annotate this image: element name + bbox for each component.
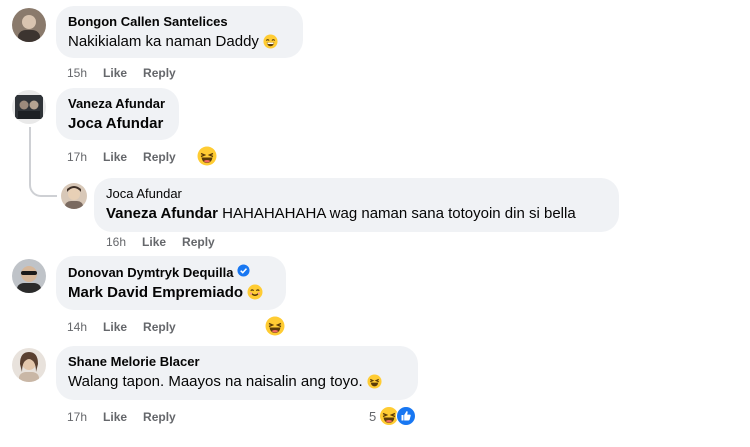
mention-link[interactable]: Mark David Empremiado: [68, 284, 243, 301]
avatar[interactable]: [61, 183, 87, 209]
like-button[interactable]: Like: [103, 409, 127, 425]
like-button[interactable]: Like: [142, 234, 166, 250]
comment-actions: 16h Like Reply: [106, 234, 215, 250]
comment-bubble: Vaneza Afundar Joca Afundar: [56, 88, 179, 140]
laughing-emoji-icon: [367, 374, 382, 395]
like-button[interactable]: Like: [103, 149, 127, 165]
smiling-emoji-icon: [247, 284, 263, 306]
reaction-count[interactable]: 5: [369, 409, 376, 424]
comment-text: Vaneza Afundar HAHAHAHAHA wag naman sana…: [106, 205, 576, 222]
comment-bubble: Shane Melorie Blacer Walang tapon. Maayo…: [56, 346, 418, 400]
comment-text: Joca Afundar: [68, 114, 167, 134]
comment-timestamp[interactable]: 17h: [67, 409, 87, 425]
avatar[interactable]: [12, 8, 46, 42]
like-reaction-icon[interactable]: [396, 406, 416, 431]
reply-bubble: Joca Afundar Vaneza Afundar HAHAHAHAHA w…: [94, 178, 619, 232]
comment-timestamp[interactable]: 15h: [67, 65, 87, 81]
grinning-emoji-icon: [263, 34, 278, 55]
comment-timestamp[interactable]: 16h: [106, 234, 126, 250]
thread-line: [29, 127, 31, 179]
laughing-reaction-icon[interactable]: [265, 316, 285, 341]
comment-author[interactable]: Bongon Callen Santelices: [68, 14, 291, 30]
mention-link[interactable]: Vaneza Afundar: [106, 205, 218, 222]
comment-actions: 14h Like Reply: [67, 319, 176, 335]
comment-text: Nakikialam ka naman Daddy: [68, 32, 291, 55]
comment-author[interactable]: Donovan Dymtryk Dequilla: [68, 264, 274, 281]
avatar[interactable]: [12, 348, 46, 382]
comment-author[interactable]: Joca Afundar: [106, 186, 607, 202]
avatar[interactable]: [12, 259, 46, 293]
mention-link[interactable]: Joca Afundar: [68, 115, 163, 132]
reply-button[interactable]: Reply: [143, 65, 176, 81]
comment-bubble: Donovan Dymtryk Dequilla Mark David Empr…: [56, 256, 286, 310]
like-button[interactable]: Like: [103, 319, 127, 335]
reply-button[interactable]: Reply: [182, 234, 215, 250]
thread-line: [29, 175, 57, 197]
comment-actions: 15h Like Reply: [67, 65, 176, 81]
reply-button[interactable]: Reply: [143, 149, 176, 165]
like-button[interactable]: Like: [103, 65, 127, 81]
comment-author[interactable]: Shane Melorie Blacer: [68, 354, 406, 370]
comment-timestamp[interactable]: 17h: [67, 149, 87, 165]
comment-actions: 17h Like Reply: [67, 409, 176, 425]
reply-button[interactable]: Reply: [143, 409, 176, 425]
comment-author[interactable]: Vaneza Afundar: [68, 96, 167, 112]
comment-actions: 17h Like Reply: [67, 149, 176, 165]
comment-text: Mark David Empremiado: [68, 283, 274, 306]
comment-text: Walang tapon. Maayos na naisalin ang toy…: [68, 372, 406, 395]
verified-badge-icon: [237, 264, 250, 281]
laughing-reaction-icon[interactable]: [197, 146, 217, 171]
avatar[interactable]: [12, 90, 46, 124]
comment-bubble: Bongon Callen Santelices Nakikialam ka n…: [56, 6, 303, 58]
reply-button[interactable]: Reply: [143, 319, 176, 335]
comment-timestamp[interactable]: 14h: [67, 319, 87, 335]
